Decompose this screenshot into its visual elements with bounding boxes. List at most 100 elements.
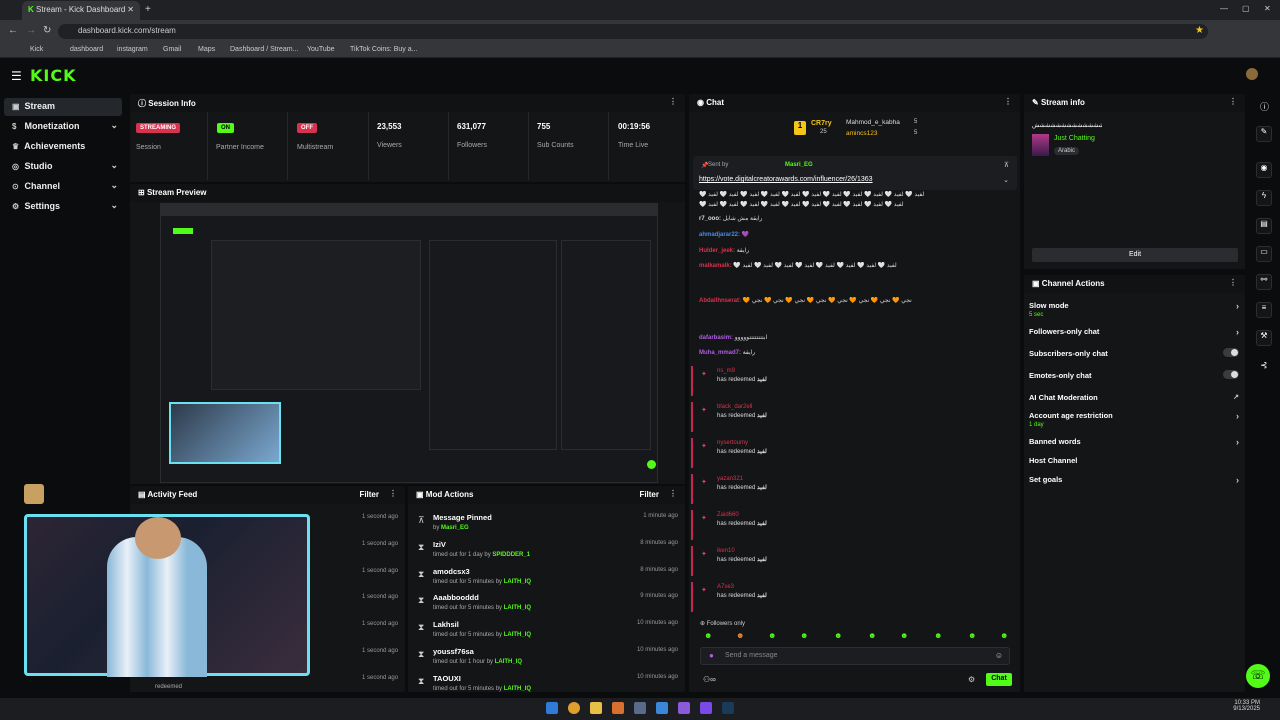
sidebar-item-studio[interactable]: ◎ Studio ⌄ — [4, 158, 122, 176]
bookmark-kick[interactable]: Kick — [30, 46, 43, 53]
chevron-down-icon[interactable]: ⌄ — [1003, 176, 1009, 184]
camera-icon[interactable]: ◉ — [1256, 162, 1272, 178]
minimize-icon[interactable]: — — [1220, 4, 1228, 13]
bookmark-maps[interactable]: Maps — [198, 46, 215, 53]
document-icon[interactable]: ▤ — [1256, 218, 1272, 234]
clock[interactable]: 10:33 PM 9/13/2025 — [1232, 700, 1260, 712]
redeem-username[interactable]: yazan321 — [717, 476, 743, 482]
help-chat-icon[interactable]: ☏ — [1246, 664, 1270, 688]
unpin-icon[interactable]: ⊼ — [1004, 161, 1009, 169]
lightning-icon[interactable]: ϟ — [1256, 190, 1272, 206]
emote-icon[interactable]: ☻ — [1000, 631, 1008, 640]
reload-icon[interactable]: ↻ — [43, 25, 51, 36]
bookmark-gmail[interactable]: Gmail — [163, 46, 181, 53]
emoji-icon[interactable]: ☺ — [995, 651, 1003, 660]
moderator-name[interactable]: LAITH_IQ — [504, 686, 531, 692]
mod-action-row[interactable]: ⧗ Lakhsil timed out for 5 minutes by LAITH… — [416, 620, 686, 646]
emotes-only-toggle[interactable] — [1223, 370, 1239, 379]
emote-icon[interactable]: ☻ — [934, 631, 942, 640]
filter-button[interactable]: Filter — [639, 490, 659, 499]
sidebar-item-channel[interactable]: ⊙ Channel ⌄ — [4, 178, 122, 196]
action-subscribers-only[interactable]: Subscribers-only chat — [1029, 348, 1241, 358]
emote-icon[interactable]: ☻ — [868, 631, 876, 640]
redeem-username[interactable]: Zaid660 — [717, 512, 739, 518]
emote-icon[interactable]: ☻ — [834, 631, 842, 640]
more-options-icon[interactable]: ⋮ — [1004, 97, 1012, 106]
info-icon[interactable]: ⓘ — [1260, 100, 1269, 113]
link-icon[interactable]: ⚯ — [1256, 274, 1272, 290]
folder-icon[interactable] — [590, 702, 602, 714]
viewers-icon[interactable]: ⚇∞ — [703, 675, 716, 684]
chat-message[interactable]: dafarbasim: ابتتتتتتتتووووو — [699, 334, 1009, 341]
chat-message[interactable]: r7_ooo: رايقة مش شايل — [699, 215, 1009, 222]
redeem-username[interactable]: nysertoumy — [717, 440, 748, 446]
mod-action-row[interactable]: ⧗ amodcsx3 timed out for 5 minutes by LAIT… — [416, 567, 686, 593]
app-icon[interactable] — [656, 702, 668, 714]
emote-icon[interactable]: ☻ — [704, 631, 712, 640]
mod-action-row[interactable]: ⧗ TAOUXI timed out for 5 minutes by LAITH_… — [416, 674, 686, 700]
action-ai-moderation[interactable]: AI Chat Moderation ↗ — [1029, 393, 1241, 402]
share-icon[interactable]: ⊰ — [1260, 360, 1268, 371]
chat-message[interactable]: Muha_mmad7: رايقة — [699, 349, 1009, 356]
windows-start-icon[interactable] — [546, 702, 558, 714]
chrome-icon[interactable] — [568, 702, 580, 714]
app-icon[interactable] — [634, 702, 646, 714]
browser-tab[interactable]: K Stream - Kick Dashboard ✕ — [22, 1, 140, 20]
action-slow-mode[interactable]: Slow mode 5 sec › — [1029, 301, 1241, 318]
moderator-name[interactable]: LAITH_IQ — [504, 579, 531, 585]
gifter-name[interactable]: amincs123 — [846, 130, 877, 137]
category-name[interactable]: Just Chatting — [1054, 135, 1095, 142]
app-icon[interactable] — [678, 702, 690, 714]
chat-message[interactable]: ahmadjarar22: 💜 — [699, 231, 1009, 238]
bookmark-instagram[interactable]: instagram — [117, 46, 148, 53]
action-emotes-only[interactable]: Emotes-only chat — [1029, 370, 1241, 380]
sidebar-item-stream[interactable]: ▣ Stream — [4, 98, 122, 116]
emote-icon[interactable]: ☻ — [968, 631, 976, 640]
list-icon[interactable]: ≡ — [1256, 302, 1272, 318]
top-gifter-name[interactable]: CR7ry — [811, 120, 832, 127]
emote-icon[interactable]: ☻ — [768, 631, 776, 640]
chat-username[interactable]: Abdallhnserat: — [699, 298, 741, 304]
chat-input[interactable]: ● Send a message ☺ — [700, 647, 1010, 665]
moderator-name[interactable]: LAITH_IQ — [504, 632, 531, 638]
mod-action-row[interactable]: ⧗ Aaabbooddd timed out for 5 minutes by LA… — [416, 593, 686, 619]
gear-icon[interactable]: ⚙ — [968, 675, 975, 684]
steam-icon[interactable] — [722, 702, 734, 714]
back-icon[interactable]: ← — [8, 25, 18, 36]
action-account-age[interactable]: Account age restriction 1 day › — [1029, 411, 1241, 428]
chat-username[interactable]: malkamalk: — [699, 263, 732, 269]
pinned-link[interactable]: https://vote.digitalcreatorawards.com/in… — [699, 176, 873, 183]
chat-message[interactable]: Hulder_jeek: رايقة — [699, 247, 1009, 254]
more-options-icon[interactable]: ⋮ — [669, 97, 677, 106]
more-options-icon[interactable]: ⋮ — [1229, 97, 1237, 106]
discord-icon[interactable] — [700, 702, 712, 714]
sidebar-item-achievements[interactable]: ♛ Achievements — [4, 138, 122, 156]
redeem-username[interactable]: ns_m9 — [717, 368, 735, 374]
gifter-name[interactable]: Mahmod_e_kabha — [846, 119, 900, 126]
kick-logo[interactable]: KICK — [30, 66, 77, 85]
chat-username[interactable]: Hulder_jeek: — [699, 248, 735, 254]
emote-icon[interactable]: ☻ — [800, 631, 808, 640]
chat-username[interactable]: ahmadjarar22: — [699, 232, 740, 238]
moderator-name[interactable]: LAITH_IQ — [495, 659, 522, 665]
hamburger-menu-icon[interactable]: ☰ — [11, 69, 22, 83]
edit-button[interactable]: Edit — [1032, 248, 1238, 262]
mod-action-row[interactable]: ⧗ IziV timed out for 1 day by SPIDDDER_1 8 … — [416, 540, 686, 566]
redeem-username[interactable]: A7se3 — [717, 584, 734, 590]
emote-icon[interactable]: ☻ — [900, 631, 908, 640]
stream-preview-video[interactable] — [160, 203, 658, 483]
chat-message[interactable]: 🤍 لفيد 🤍 لفيد 🤍 لفيد 🤍 لفيد 🤍 لفيد 🤍 لفي… — [699, 201, 1009, 208]
sidebar-item-monetization[interactable]: $ Monetization ⌄ — [4, 118, 122, 136]
address-bar[interactable]: dashboard.kick.com/stream — [58, 24, 1208, 39]
bookmark-dashboard-stream[interactable]: Dashboard / Stream... — [230, 46, 298, 53]
chat-username[interactable]: Muha_mmad7: — [699, 350, 741, 356]
mod-action-row[interactable]: ⊼ Message Pinned by Masri_EG 1 minute ago — [416, 513, 686, 539]
wrench-icon[interactable]: ⚒ — [1256, 330, 1272, 346]
bookmark-youtube[interactable]: YouTube — [307, 46, 335, 53]
sidebar-item-settings[interactable]: ⚙ Settings ⌄ — [4, 198, 122, 216]
subscribers-only-toggle[interactable] — [1223, 348, 1239, 357]
mod-action-row[interactable]: ⧗ youssf76sa timed out for 1 hour by LAITH… — [416, 647, 686, 673]
close-window-icon[interactable]: ✕ — [1264, 4, 1271, 13]
close-tab-icon[interactable]: ✕ — [127, 5, 134, 14]
action-banned-words[interactable]: Banned words › — [1029, 437, 1241, 447]
